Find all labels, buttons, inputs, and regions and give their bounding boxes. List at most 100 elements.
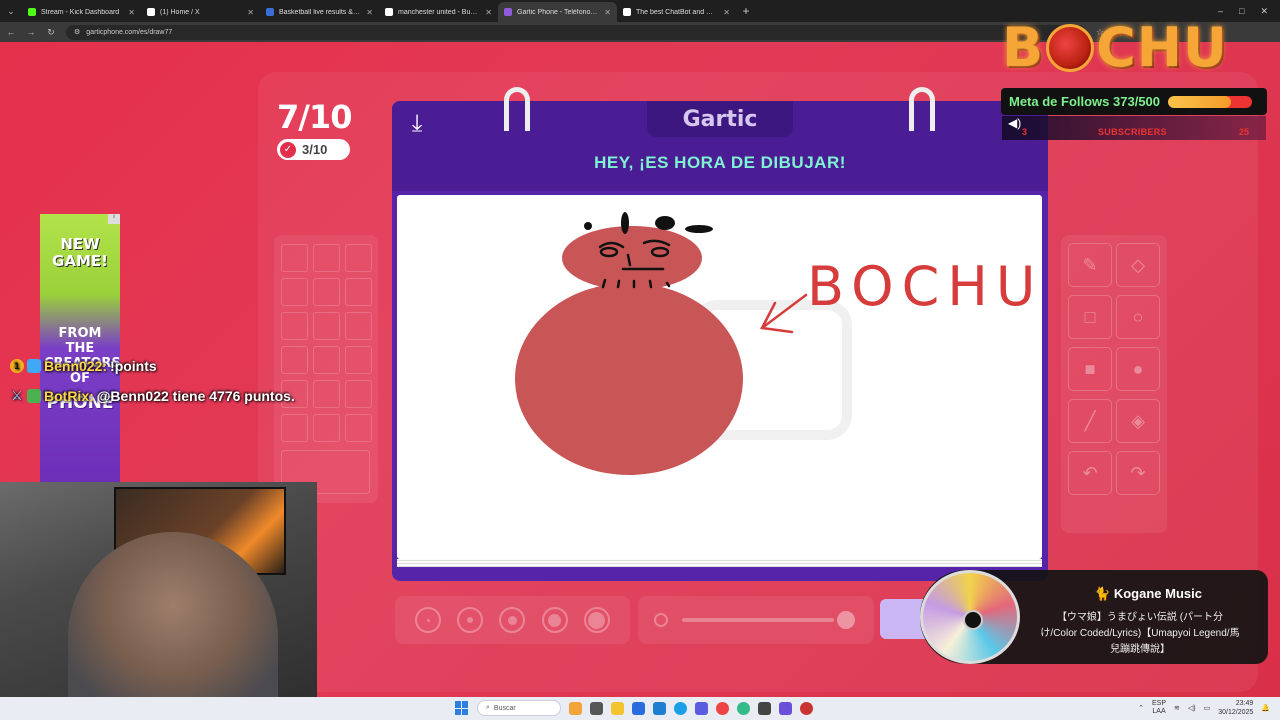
color-swatch[interactable] — [313, 414, 340, 442]
rectangle-tool-icon[interactable]: □ — [1068, 295, 1112, 339]
tab-close-icon[interactable]: ✕ — [247, 8, 254, 17]
store-icon[interactable] — [632, 701, 645, 715]
ellipse-tool-icon[interactable]: ○ — [1116, 295, 1160, 339]
window-controls: – □ ✕ — [1218, 6, 1280, 17]
color-swatch[interactable] — [345, 346, 372, 374]
tab-search-icon[interactable]: ⌄ — [0, 0, 22, 22]
fill-bucket-tool-icon[interactable]: ◈ — [1116, 399, 1160, 443]
color-swatch[interactable] — [281, 312, 308, 340]
download-icon[interactable]: ⤓ — [404, 110, 430, 137]
clock-time: 23:49 — [1235, 700, 1254, 707]
browser-tab[interactable]: Stream - Kick Dashboard ✕ — [22, 2, 141, 22]
color-swatch[interactable] — [313, 244, 340, 272]
app-icon-2[interactable] — [800, 701, 813, 715]
browser-tab[interactable]: Gartic Phone - Teléfono De... ✕ — [498, 2, 617, 22]
site-info-icon[interactable]: ⚙ — [74, 28, 80, 36]
search-icon: ⌕ — [486, 704, 490, 711]
stroke-size-2[interactable] — [457, 607, 484, 633]
stroke-size-bar — [395, 596, 630, 644]
color-swatch[interactable] — [345, 414, 372, 442]
disc-hole — [963, 610, 983, 630]
close-window-icon[interactable]: ✕ — [1260, 6, 1268, 17]
taskbar-center: ⌕ Buscar — [455, 700, 813, 716]
drawing-canvas[interactable]: BOCHU — [397, 195, 1042, 559]
gartic-logo: Gartic — [647, 101, 793, 137]
rank-badge-icon: 1 — [10, 359, 24, 373]
tab-close-icon[interactable]: ✕ — [604, 8, 611, 17]
maximize-icon[interactable]: □ — [1239, 6, 1244, 17]
browser-tab[interactable]: manchester united - Buscar con... ✕ — [379, 2, 498, 22]
drawing-svg: BOCHU — [515, 212, 1035, 475]
opacity-track[interactable] — [682, 618, 834, 622]
line-tool-icon[interactable]: ╱ — [1068, 399, 1112, 443]
wifi-icon[interactable]: ≋ — [1174, 704, 1180, 712]
file-explorer-icon[interactable] — [611, 701, 624, 715]
battery-icon[interactable]: ▭ — [1204, 704, 1211, 712]
task-view-icon[interactable] — [590, 701, 603, 715]
browser-tab[interactable]: Basketball live results & schedu... ✕ — [260, 2, 379, 22]
binder-ring-right — [909, 87, 935, 131]
stroke-size-3[interactable] — [499, 607, 526, 633]
edge-icon[interactable] — [674, 701, 687, 715]
color-swatch[interactable] — [345, 380, 372, 408]
ad-new-game-text: NEW GAME! — [52, 235, 108, 270]
color-swatch[interactable] — [313, 346, 340, 374]
color-swatch[interactable] — [281, 244, 308, 272]
stroke-size-4[interactable] — [541, 607, 568, 633]
url-field[interactable]: ⚙ garticphone.com/es/draw77 — [66, 24, 1086, 40]
discord-icon[interactable] — [695, 701, 708, 715]
color-swatch[interactable] — [313, 312, 340, 340]
undo-icon[interactable]: ↶ — [1068, 451, 1112, 495]
color-swatch[interactable] — [313, 278, 340, 306]
brand-letters-chu: CHU — [1096, 16, 1228, 79]
new-tab-button[interactable]: + — [736, 4, 756, 18]
notification-bell-icon[interactable]: 🔔 — [1261, 704, 1270, 712]
game-board: ⤓ Gartic HEY, ¡ES HORA DE DIBUJAR! BOCHU — [392, 87, 1048, 581]
tab-close-icon[interactable]: ✕ — [128, 8, 135, 17]
redo-icon[interactable]: ↷ — [1116, 451, 1160, 495]
windows-start-icon[interactable] — [455, 701, 469, 715]
reload-icon[interactable]: ↻ — [46, 27, 56, 38]
color-swatch[interactable] — [281, 278, 308, 306]
volume-icon[interactable]: ◁) — [1188, 704, 1196, 712]
forward-icon[interactable]: → — [26, 27, 36, 37]
tab-close-icon[interactable]: ✕ — [366, 8, 373, 17]
app-icon[interactable] — [779, 701, 792, 715]
opacity-knob[interactable] — [837, 611, 855, 629]
webcam-feed — [0, 482, 317, 720]
filled-rectangle-tool-icon[interactable]: ■ — [1068, 347, 1112, 391]
color-swatch[interactable] — [345, 312, 372, 340]
widget-icon[interactable] — [569, 701, 582, 715]
tab-close-icon[interactable]: ✕ — [723, 8, 730, 17]
obs-icon[interactable] — [758, 701, 771, 715]
chrome-profile-icon[interactable] — [737, 701, 750, 715]
streamer-brand-logo: B CHU — [1002, 20, 1260, 76]
tab-close-icon[interactable]: ✕ — [485, 8, 492, 17]
taskbar-clock[interactable]: 23:49 30/12/2025 — [1218, 699, 1253, 717]
color-swatch[interactable] — [345, 278, 372, 306]
url-text: garticphone.com/es/draw77 — [86, 28, 173, 36]
paper-edge — [397, 559, 1042, 567]
stroke-size-1[interactable] — [415, 607, 442, 633]
pencil-tool-icon[interactable]: ✎ — [1068, 243, 1112, 287]
round-counter: 7/10 — [277, 98, 352, 136]
mail-icon[interactable] — [653, 701, 666, 715]
chrome-icon[interactable] — [716, 701, 729, 715]
back-icon[interactable]: ← — [6, 27, 16, 37]
eraser-tool-icon[interactable]: ◇ — [1116, 243, 1160, 287]
tray-chevron-icon[interactable]: ⌃ — [1138, 704, 1144, 712]
color-swatch[interactable] — [345, 244, 372, 272]
tab-favicon-icon — [504, 8, 512, 16]
browser-tab[interactable]: (1) Home / X ✕ — [141, 2, 260, 22]
browser-tab[interactable]: The best ChatBot and Widg... ✕ — [617, 2, 736, 22]
color-swatch[interactable] — [281, 414, 308, 442]
ad-info-icon: i — [108, 214, 120, 224]
filled-ellipse-tool-icon[interactable]: ● — [1116, 347, 1160, 391]
color-swatch[interactable] — [313, 380, 340, 408]
speaker-icon: ◀) — [1008, 116, 1022, 130]
stroke-size-5[interactable] — [583, 607, 610, 633]
follow-goal-label: Meta de Follows 373/500 — [1009, 94, 1161, 109]
taskbar-search[interactable]: ⌕ Buscar — [477, 700, 561, 716]
minimize-icon[interactable]: – — [1218, 6, 1223, 17]
language-indicator[interactable]: ESP LAA — [1152, 700, 1166, 716]
